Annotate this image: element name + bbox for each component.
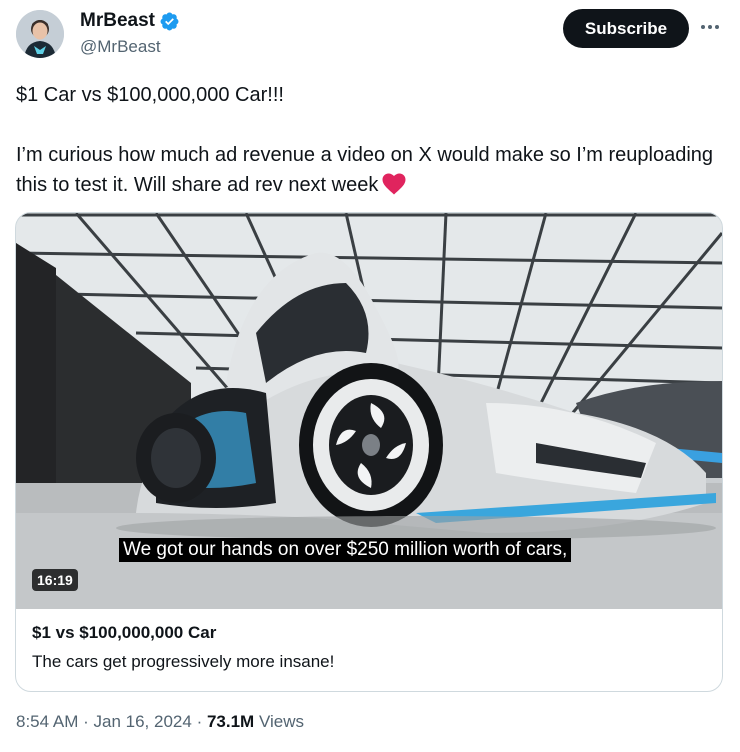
meta-separator: · bbox=[83, 712, 89, 731]
author-name-row[interactable]: MrBeast bbox=[80, 10, 180, 32]
tweet-time[interactable]: 8:54 AM bbox=[16, 712, 78, 731]
tweet-date[interactable]: Jan 16, 2024 bbox=[94, 712, 192, 731]
author-handle[interactable]: @MrBeast bbox=[80, 37, 161, 57]
video-card-title[interactable]: $1 vs $100,000,000 Car bbox=[32, 622, 706, 644]
tweet-meta: 8:54 AM · Jan 16, 2024 · 73.1M Views bbox=[16, 712, 304, 732]
avatar-icon bbox=[16, 10, 64, 58]
red-heart-icon bbox=[382, 173, 406, 204]
video-duration-badge: 16:19 bbox=[32, 569, 78, 591]
video-card-description: The cars get progressively more insane! bbox=[32, 652, 335, 671]
tweet-body-text: I’m curious how much ad revenue a video … bbox=[16, 144, 714, 196]
tweet-line-body: I’m curious how much ad revenue a video … bbox=[16, 140, 716, 204]
views-count: 73.1M bbox=[206, 712, 255, 731]
views-label: Views bbox=[258, 712, 304, 731]
tweet-card: MrBeast @MrBeast Subscribe $1 Car vs $10… bbox=[0, 0, 740, 752]
video-card-info[interactable]: $1 vs $100,000,000 Car The cars get prog… bbox=[16, 609, 722, 673]
meta-separator: · bbox=[196, 712, 203, 731]
video-subtitle: We got our hands on over $250 million wo… bbox=[119, 538, 572, 562]
author-name[interactable]: MrBeast bbox=[80, 10, 155, 32]
more-horizontal-icon[interactable] bbox=[697, 14, 723, 40]
video-player[interactable]: We got our hands on over $250 million wo… bbox=[16, 213, 722, 609]
subscribe-button[interactable]: Subscribe bbox=[563, 9, 689, 48]
avatar[interactable] bbox=[16, 10, 64, 58]
tweet-line-title: $1 Car vs $100,000,000 Car!!! bbox=[16, 84, 284, 106]
video-card[interactable]: We got our hands on over $250 million wo… bbox=[15, 212, 723, 692]
verified-badge-icon bbox=[159, 11, 180, 32]
tweet-text: $1 Car vs $100,000,000 Car!!! I’m curiou… bbox=[16, 80, 716, 204]
